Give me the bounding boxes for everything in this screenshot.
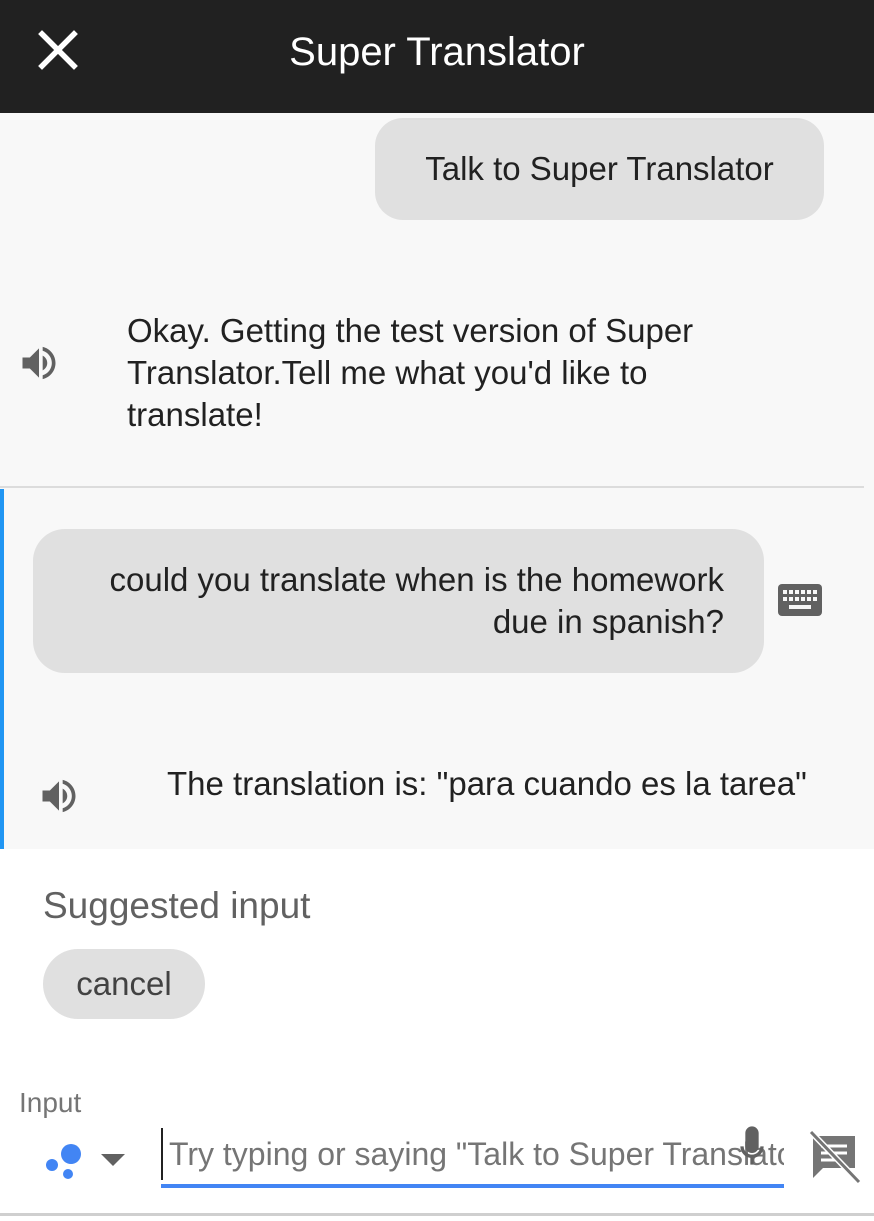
- input-underline: [161, 1184, 784, 1188]
- user-message-bubble: could you translate when is the homework…: [33, 529, 764, 673]
- app-bar: Super Translator: [0, 0, 874, 113]
- suggestions-panel: Suggested input cancel: [0, 849, 874, 1079]
- assistant-reply: The translation is: "para cuando es la t…: [167, 765, 807, 802]
- google-assistant-icon[interactable]: [40, 1138, 88, 1186]
- query-input[interactable]: [161, 1128, 784, 1180]
- microphone-icon[interactable]: [732, 1124, 772, 1172]
- speech-disabled-icon[interactable]: [807, 1129, 862, 1185]
- input-label: Input: [19, 1087, 82, 1118]
- active-turn-indicator: [0, 489, 4, 849]
- divider: [0, 486, 864, 488]
- speaker-icon[interactable]: [37, 774, 81, 818]
- speaker-icon[interactable]: [17, 341, 61, 385]
- user-message-bubble: Talk to Super Translator: [375, 118, 824, 220]
- dropdown-arrow-icon[interactable]: [98, 1150, 128, 1170]
- bottom-divider: [0, 1213, 874, 1216]
- keyboard-icon: [776, 582, 824, 620]
- conversation-panel: Talk to Super Translator Okay. Getting t…: [0, 113, 874, 849]
- suggestions-heading: Suggested input: [43, 885, 311, 926]
- assistant-reply: Okay. Getting the test version of Super …: [127, 312, 694, 433]
- suggestion-chip-cancel[interactable]: cancel: [43, 949, 205, 1019]
- app-title: Super Translator: [289, 30, 585, 74]
